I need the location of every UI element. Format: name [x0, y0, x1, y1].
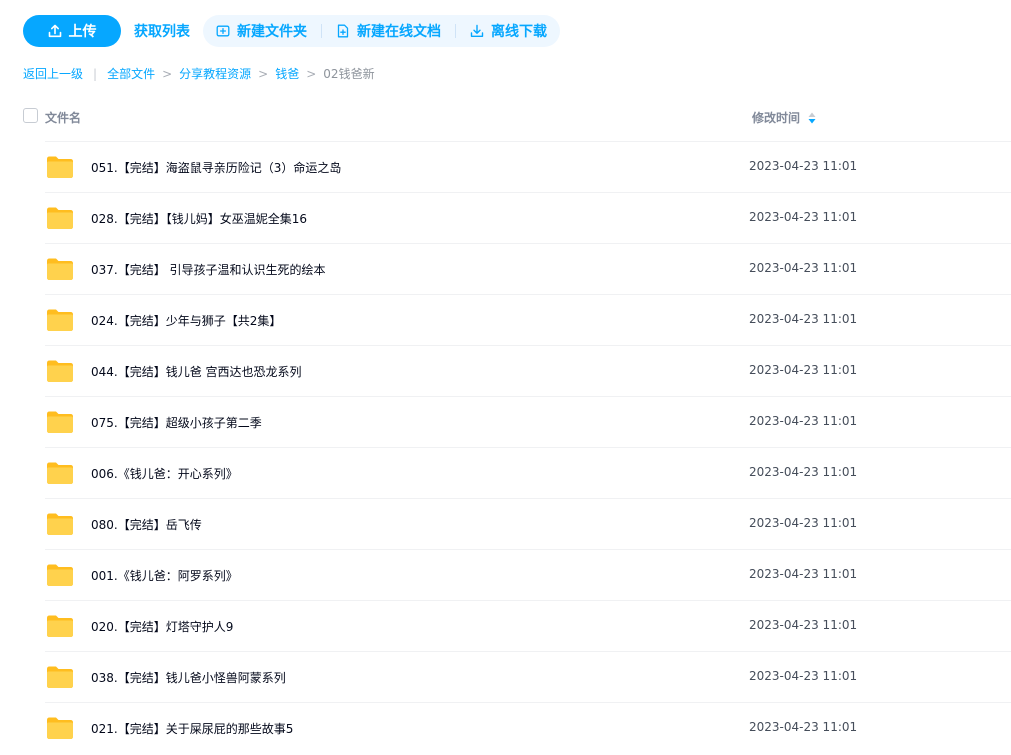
file-row[interactable]: 044.【完结】钱儿爸 宫西达也恐龙系列 2023-04-23 11:01	[45, 345, 1011, 396]
folder-icon	[47, 666, 73, 688]
offline-download-label: 离线下载	[491, 24, 547, 40]
folder-icon	[47, 156, 73, 178]
file-row[interactable]: 021.【完结】关于屎尿屁的那些故事5 2023-04-23 11:01	[45, 702, 1011, 753]
action-group: 新建文件夹 新建在线文档 离线下载	[203, 15, 560, 47]
divider	[455, 24, 456, 38]
file-modified-time: 2023-04-23 11:01	[749, 669, 858, 683]
folder-icon	[47, 462, 73, 484]
file-modified-time: 2023-04-23 11:01	[749, 414, 858, 428]
sort-icon[interactable]	[808, 112, 816, 124]
toolbar: 上传 获取列表 新建文件夹 新建在线文档 离线下载	[23, 15, 560, 47]
offline-download-button[interactable]: 离线下载	[470, 21, 547, 41]
file-row[interactable]: 028.【完结】【钱儿妈】女巫温妮全集16 2023-04-23 11:01	[45, 192, 1011, 243]
folder-icon	[47, 411, 73, 433]
file-modified-time: 2023-04-23 11:01	[749, 363, 858, 377]
file-name[interactable]: 021.【完结】关于屎尿屁的那些故事5	[91, 720, 293, 737]
folder-icon	[47, 615, 73, 637]
new-doc-icon	[337, 24, 349, 38]
breadcrumb-all-files[interactable]: 全部文件	[107, 65, 155, 82]
breadcrumb-current: 02钱爸新	[323, 67, 375, 81]
upload-icon	[48, 24, 61, 38]
file-row[interactable]: 080.【完结】岳飞传 2023-04-23 11:01	[45, 498, 1011, 549]
file-modified-time: 2023-04-23 11:01	[749, 261, 858, 275]
file-name[interactable]: 080.【完结】岳飞传	[91, 516, 202, 533]
column-header-time[interactable]: 修改时间	[752, 109, 816, 126]
file-name[interactable]: 001.《钱儿爸：阿罗系列》	[91, 567, 238, 584]
folder-icon	[47, 360, 73, 382]
file-list: 051.【完结】海盗鼠寻亲历险记（3）命运之岛 2023-04-23 11:01…	[45, 141, 1011, 753]
folder-icon	[47, 513, 73, 535]
file-name[interactable]: 028.【完结】【钱儿妈】女巫温妮全集16	[91, 210, 307, 227]
file-row[interactable]: 001.《钱儿爸：阿罗系列》 2023-04-23 11:01	[45, 549, 1011, 600]
folder-icon	[47, 717, 73, 739]
divider	[321, 24, 322, 38]
file-modified-time: 2023-04-23 11:01	[749, 210, 858, 224]
file-row[interactable]: 037.【完结】 引导孩子温和认识生死的绘本 2023-04-23 11:01	[45, 243, 1011, 294]
list-header: 文件名 修改时间	[23, 106, 1011, 126]
file-row[interactable]: 051.【完结】海盗鼠寻亲历险记（3）命运之岛 2023-04-23 11:01	[45, 141, 1011, 192]
breadcrumb-level1[interactable]: 分享教程资源	[179, 65, 251, 82]
new-online-doc-label: 新建在线文档	[357, 24, 441, 40]
file-name[interactable]: 020.【完结】灯塔守护人9	[91, 618, 233, 635]
download-icon	[470, 24, 484, 37]
folder-icon	[47, 309, 73, 331]
file-modified-time: 2023-04-23 11:01	[749, 465, 858, 479]
file-name[interactable]: 075.【完结】超级小孩子第二季	[91, 414, 262, 431]
breadcrumb: 返回上一级 | 全部文件 > 分享教程资源 > 钱爸 > 02钱爸新	[23, 65, 375, 82]
file-row[interactable]: 006.《钱儿爸：开心系列》 2023-04-23 11:01	[45, 447, 1011, 498]
new-folder-button[interactable]: 新建文件夹	[216, 21, 307, 41]
file-modified-time: 2023-04-23 11:01	[749, 312, 858, 326]
file-name[interactable]: 051.【完结】海盗鼠寻亲历险记（3）命运之岛	[91, 159, 341, 176]
column-header-time-label: 修改时间	[752, 111, 801, 125]
upload-label: 上传	[68, 24, 97, 40]
file-modified-time: 2023-04-23 11:01	[749, 618, 858, 632]
fetch-list-button[interactable]: 获取列表	[134, 21, 190, 41]
file-row[interactable]: 075.【完结】超级小孩子第二季 2023-04-23 11:01	[45, 396, 1011, 447]
folder-icon	[47, 207, 73, 229]
column-header-name: 文件名	[45, 111, 82, 125]
breadcrumb-divider: |	[93, 66, 98, 81]
folder-icon	[47, 258, 73, 280]
breadcrumb-separator: >	[306, 66, 317, 81]
file-modified-time: 2023-04-23 11:01	[749, 516, 858, 530]
file-name[interactable]: 038.【完结】钱儿爸小怪兽阿蒙系列	[91, 669, 286, 686]
file-name[interactable]: 006.《钱儿爸：开心系列》	[91, 465, 238, 482]
upload-button[interactable]: 上传	[23, 15, 121, 47]
select-all-checkbox[interactable]	[23, 108, 38, 123]
back-link[interactable]: 返回上一级	[23, 65, 83, 82]
breadcrumb-separator: >	[162, 66, 173, 81]
file-name[interactable]: 024.【完结】少年与狮子【共2集】	[91, 312, 281, 329]
breadcrumb-separator: >	[258, 66, 269, 81]
file-modified-time: 2023-04-23 11:01	[749, 567, 858, 581]
file-modified-time: 2023-04-23 11:01	[749, 720, 858, 734]
breadcrumb-level2[interactable]: 钱爸	[275, 65, 299, 82]
new-folder-icon	[216, 25, 230, 37]
new-online-doc-button[interactable]: 新建在线文档	[336, 21, 441, 41]
file-name[interactable]: 037.【完结】 引导孩子温和认识生死的绘本	[91, 261, 326, 278]
file-name[interactable]: 044.【完结】钱儿爸 宫西达也恐龙系列	[91, 363, 302, 380]
file-row[interactable]: 020.【完结】灯塔守护人9 2023-04-23 11:01	[45, 600, 1011, 651]
new-folder-label: 新建文件夹	[237, 24, 307, 40]
folder-icon	[47, 564, 73, 586]
file-row[interactable]: 024.【完结】少年与狮子【共2集】 2023-04-23 11:01	[45, 294, 1011, 345]
file-row[interactable]: 038.【完结】钱儿爸小怪兽阿蒙系列 2023-04-23 11:01	[45, 651, 1011, 702]
file-modified-time: 2023-04-23 11:01	[749, 159, 858, 173]
